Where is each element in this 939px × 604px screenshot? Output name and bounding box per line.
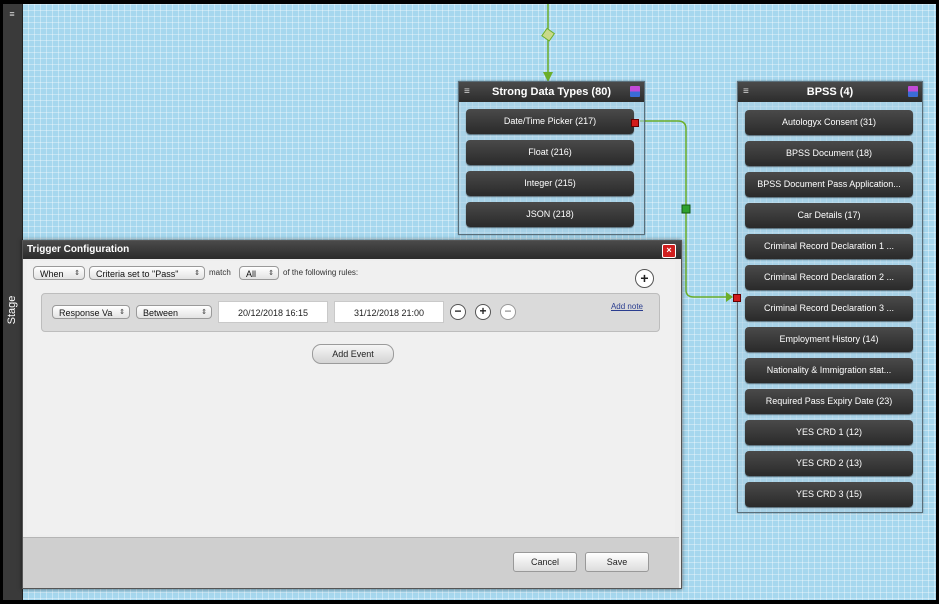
save-button[interactable]: Save (585, 552, 649, 572)
node-item-criminal-record-1[interactable]: Criminal Record Declaration 1 ... (745, 234, 913, 259)
date-from-input[interactable]: 20/12/2018 16:15 (218, 301, 328, 323)
add-note-link[interactable]: Add note (611, 302, 643, 311)
match-select-value: All (246, 269, 257, 279)
node-item-json[interactable]: JSON (218) (466, 202, 634, 227)
rule-row: Response Va ⇕ Between ⇕ 20/12/2018 16:15 3… (41, 293, 660, 332)
select-arrow-icon: ⇕ (201, 309, 207, 316)
select-arrow-icon: ⇕ (194, 270, 200, 277)
input-port[interactable] (733, 294, 741, 302)
node-item-car-details[interactable]: Car Details (17) (745, 203, 913, 228)
dialog-title-bar[interactable]: Trigger Configuration × (23, 241, 681, 259)
extra-condition-button[interactable]: − (500, 304, 516, 320)
node-item-integer[interactable]: Integer (215) (466, 171, 634, 196)
add-event-button[interactable]: Add Event (312, 344, 394, 364)
node-item-required-pass-expiry[interactable]: Required Pass Expiry Date (23) (745, 389, 913, 414)
criteria-select[interactable]: Criteria set to "Pass" ⇕ (89, 266, 205, 280)
node-item-float[interactable]: Float (216) (466, 140, 634, 165)
node-item-yes-crd-3[interactable]: YES CRD 3 (15) (745, 482, 913, 507)
node-color-icon[interactable] (630, 86, 640, 97)
node-item-criminal-record-3[interactable]: Criminal Record Declaration 3 ... (745, 296, 913, 321)
strong-data-types-node[interactable]: ≡ Strong Data Types (80) Date/Time Picke… (458, 81, 645, 235)
node-color-icon[interactable] (908, 86, 918, 97)
when-select[interactable]: When ⇕ (33, 266, 85, 280)
field-select[interactable]: Response Va ⇕ (52, 305, 130, 319)
select-arrow-icon: ⇕ (119, 309, 125, 316)
add-condition-button[interactable]: + (475, 304, 491, 320)
match-select[interactable]: All ⇕ (239, 266, 279, 280)
cancel-button[interactable]: Cancel (513, 552, 577, 572)
output-port[interactable] (631, 119, 639, 127)
rules-text: of the following rules: (283, 268, 359, 277)
bpss-title: BPSS (4) (806, 86, 854, 98)
node-item-autologyx-consent[interactable]: Autologyx Consent (31) (745, 110, 913, 135)
operator-select-value: Between (143, 308, 179, 318)
node-menu-icon[interactable]: ≡ (743, 82, 749, 102)
select-arrow-icon: ⇕ (268, 270, 274, 277)
node-item-date-time-picker[interactable]: Date/Time Picker (217) (466, 109, 634, 134)
close-icon[interactable]: × (662, 244, 676, 258)
node-item-bpss-document-pass[interactable]: BPSS Document Pass Application... (745, 172, 913, 197)
when-select-value: When (40, 269, 64, 279)
select-arrow-icon: ⇕ (74, 270, 80, 277)
match-label: match (209, 268, 231, 277)
bpss-node[interactable]: ≡ BPSS (4) Autologyx Consent (31) BPSS D… (733, 81, 923, 513)
remove-rule-button[interactable]: − (450, 304, 466, 320)
field-select-value: Response Va (59, 308, 113, 318)
stage-menu-icon[interactable]: ≡ (7, 10, 17, 19)
add-rule-button[interactable]: + (635, 269, 654, 288)
criteria-select-value: Criteria set to "Pass" (96, 269, 179, 279)
trigger-configuration-dialog: Trigger Configuration × When ⇕ Criteria s… (22, 240, 682, 589)
stage-label: Stage (6, 295, 18, 325)
node-item-nationality-immigration[interactable]: Nationality & Immigration stat... (745, 358, 913, 383)
node-item-yes-crd-2[interactable]: YES CRD 2 (13) (745, 451, 913, 476)
date-to-input[interactable]: 31/12/2018 21:00 (334, 301, 444, 323)
strong-data-types-title: Strong Data Types (80) (492, 86, 611, 98)
stage-sidebar[interactable]: ≡ Stage (3, 4, 23, 600)
bpss-header[interactable]: ≡ BPSS (4) (738, 82, 922, 102)
node-menu-icon[interactable]: ≡ (464, 82, 470, 102)
dialog-title: Trigger Configuration (27, 244, 130, 255)
strong-data-types-header[interactable]: ≡ Strong Data Types (80) (459, 82, 644, 102)
dialog-body: When ⇕ Criteria set to "Pass" ⇕ match All ⇕… (27, 261, 675, 535)
dialog-footer: Cancel Save (23, 537, 679, 588)
node-item-yes-crd-1[interactable]: YES CRD 1 (12) (745, 420, 913, 445)
node-item-criminal-record-2[interactable]: Criminal Record Declaration 2 ... (745, 265, 913, 290)
operator-select[interactable]: Between ⇕ (136, 305, 212, 319)
node-item-employment-history[interactable]: Employment History (14) (745, 327, 913, 352)
node-item-bpss-document[interactable]: BPSS Document (18) (745, 141, 913, 166)
